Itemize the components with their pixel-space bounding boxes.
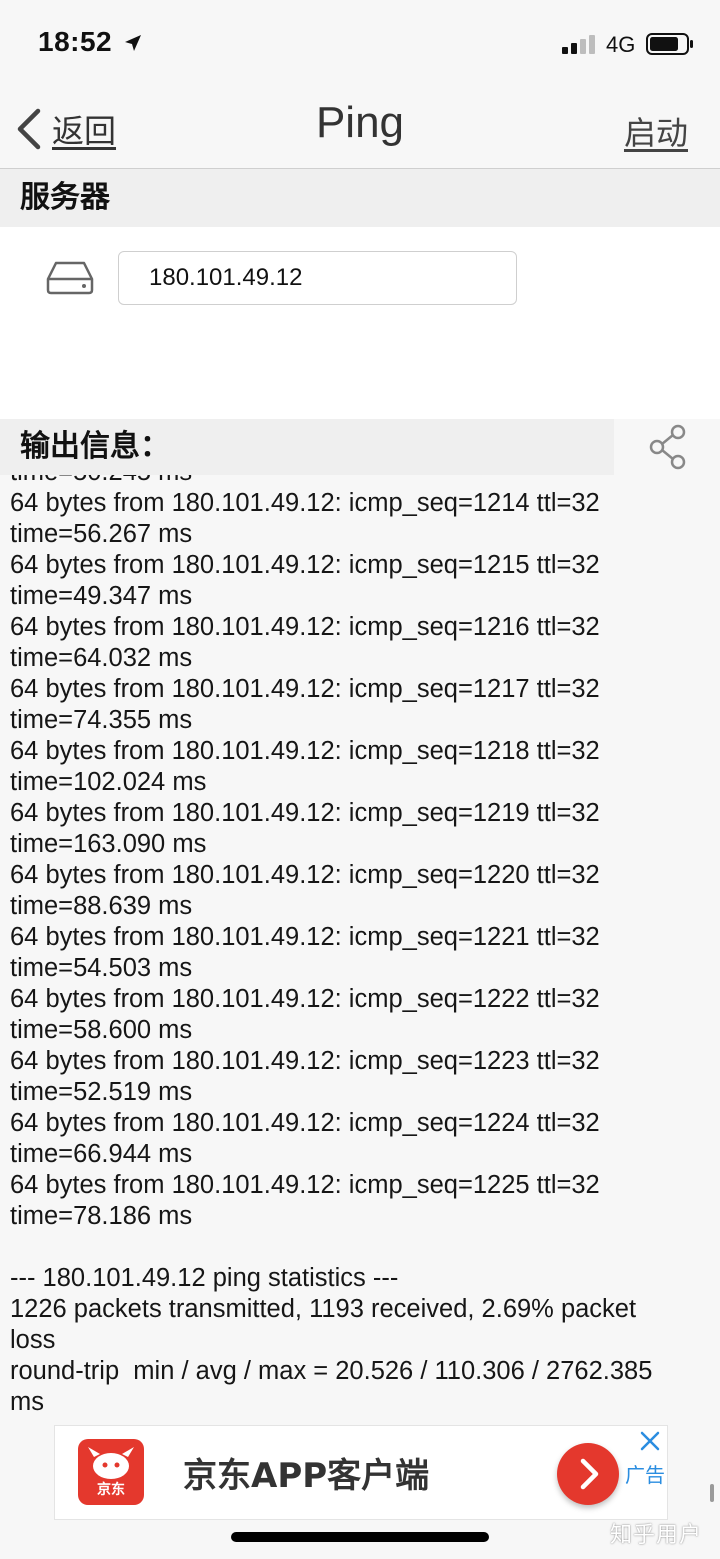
- log-line: 64 bytes from 180.101.49.12: icmp_seq=12…: [10, 551, 600, 579]
- log-line: 64 bytes from 180.101.49.12: icmp_seq=12…: [10, 489, 600, 517]
- log-line: 64 bytes from 180.101.49.12: icmp_seq=12…: [10, 675, 600, 703]
- ad-open-button[interactable]: [557, 1443, 619, 1505]
- log-line: time=163.090 ms: [10, 830, 207, 858]
- log-line: time=49.347 ms: [10, 582, 193, 610]
- log-line: time=64.032 ms: [10, 644, 193, 672]
- page-title: Ping: [315, 98, 405, 147]
- watermark: 知乎用户: [610, 1523, 703, 1548]
- log-line: time=78.186 ms: [10, 1202, 193, 1230]
- ad-label: 广告: [625, 1463, 665, 1487]
- log-line: 64 bytes from 180.101.49.12: icmp_seq=12…: [10, 985, 600, 1013]
- scroll-indicator: [710, 1484, 714, 1502]
- network-type: 4G: [606, 32, 636, 57]
- ad-logo-text: 京东: [97, 1482, 125, 1498]
- log-line: 64 bytes from 180.101.49.12: icmp_seq=12…: [10, 1109, 600, 1137]
- location-arrow-icon: [125, 35, 141, 51]
- nav-bar: 返回 Ping 启动: [0, 90, 720, 169]
- start-button[interactable]: 启动: [624, 108, 688, 154]
- server-section-header: 服务器: [0, 169, 720, 227]
- log-line: 64 bytes from 180.101.49.12: icmp_seq=12…: [10, 737, 600, 765]
- jd-logo: 京东: [78, 1439, 144, 1505]
- server-panel: [0, 227, 720, 419]
- log-line: 1226 packets transmitted, 1193 received,…: [10, 1295, 637, 1323]
- status-bar: 18:52 4G: [0, 0, 720, 90]
- chevron-right-icon: [580, 1458, 599, 1490]
- signal-icon: [562, 35, 595, 54]
- server-drive-icon: [46, 261, 94, 295]
- output-log-text: time=50.245 ms64 bytes from 180.101.49.1…: [10, 475, 700, 1418]
- output-section-header: 输出信息：: [0, 419, 614, 475]
- log-line: 64 bytes from 180.101.49.12: icmp_seq=12…: [10, 1047, 600, 1075]
- log-line: time=88.639 ms: [10, 892, 193, 920]
- log-line: 64 bytes from 180.101.49.12: icmp_seq=12…: [10, 923, 600, 951]
- log-line: time=50.245 ms: [10, 475, 700, 488]
- log-line: 64 bytes from 180.101.49.12: icmp_seq=12…: [10, 799, 600, 827]
- battery-icon: [646, 33, 693, 55]
- log-line: 64 bytes from 180.101.49.12: icmp_seq=12…: [10, 613, 600, 641]
- close-icon[interactable]: [639, 1430, 661, 1452]
- log-line: time=56.267 ms: [10, 520, 193, 548]
- log-line: time=58.600 ms: [10, 1016, 193, 1044]
- log-line: loss: [10, 1326, 56, 1354]
- share-icon[interactable]: [648, 424, 688, 470]
- log-line: time=66.944 ms: [10, 1140, 193, 1168]
- log-line: time=74.355 ms: [10, 706, 193, 734]
- output-log[interactable]: time=50.245 ms64 bytes from 180.101.49.1…: [0, 475, 720, 1425]
- server-address-input[interactable]: [118, 251, 517, 305]
- ad-banner[interactable]: 京东 京东APP客户端 广告: [54, 1425, 668, 1520]
- home-indicator[interactable]: [231, 1532, 489, 1542]
- log-line: ms: [10, 1388, 44, 1416]
- log-line: time=102.024 ms: [10, 768, 207, 796]
- log-line: time=52.519 ms: [10, 1078, 193, 1106]
- ad-title: 京东APP客户端: [183, 1456, 430, 1496]
- log-line: 64 bytes from 180.101.49.12: icmp_seq=12…: [10, 861, 600, 889]
- log-line: time=54.503 ms: [10, 954, 193, 982]
- log-line: --- 180.101.49.12 ping statistics ---: [10, 1264, 399, 1292]
- log-line: round-trip min / avg / max = 20.526 / 11…: [10, 1357, 653, 1385]
- status-time: 18:52: [38, 26, 113, 57]
- log-line: 64 bytes from 180.101.49.12: icmp_seq=12…: [10, 1171, 600, 1199]
